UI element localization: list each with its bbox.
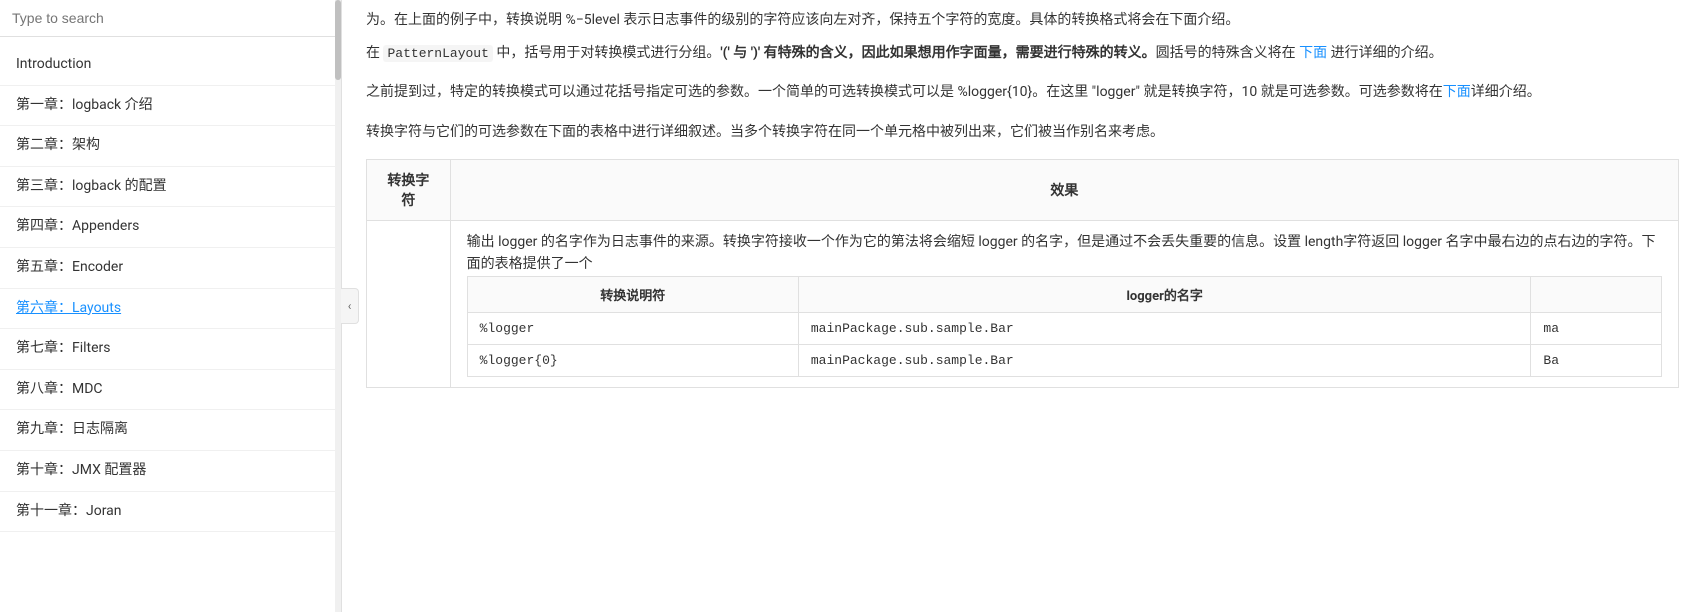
table-header-col1: 转换字符 [367,159,451,220]
inner-cell-logger-name: mainPackage.sub.sample.Bar [798,344,1531,376]
nav-item-label: 第六章：Layouts [16,300,121,316]
sidebar: Introduction 第一章：logback 介绍 第二章：架构 第三章：l… [0,0,342,612]
nav-item-label: 第二章：架构 [16,137,100,153]
inner-cell-logger-name: mainPackage.sub.sample.Bar [798,312,1531,344]
scrollbar-thumb[interactable] [335,0,341,80]
inner-cell-result: Ba [1531,344,1662,376]
inner-table-header-col3 [1531,276,1662,312]
nav-item-label: 第七章：Filters [16,340,111,356]
paragraph2: 之前提到过，特定的转换模式可以通过花括号指定可选的参数。一个简单的可选转换模式可… [366,80,1679,105]
nav-item-label: 第五章：Encoder [16,259,123,275]
inner-table-header-col2: logger的名字 [798,276,1531,312]
sidebar-item-chapter1[interactable]: 第一章：logback 介绍 [0,86,341,127]
nav-item-label: 第一章：logback 介绍 [16,97,153,113]
sidebar-item-chapter7[interactable]: 第七章：Filters [0,329,341,370]
nav-item-label: 第九章：日志隔离 [16,421,128,437]
top-paragraph: 为。在上面的例子中，转换说明 %−5level 表示日志事件的级别的字符应该向左… [366,0,1679,33]
nav-item-label: 第八章：MDC [16,381,103,397]
sidebar-item-chapter10[interactable]: 第十章：JMX 配置器 [0,451,341,492]
bold-text: '(' 与 ')' 有特殊的含义，因此如果想用作字面量，需要进行特殊的转义。 [720,45,1155,61]
sidebar-item-chapter4[interactable]: 第四章：Appenders [0,207,341,248]
search-input[interactable] [12,10,329,26]
search-box [0,0,341,37]
inner-cell-result: ma [1531,312,1662,344]
nav-item-label: 第三章：logback 的配置 [16,178,167,194]
nav-item-label: 第十章：JMX 配置器 [16,462,146,478]
table-cell-effect: 输出 logger 的名字作为日志事件的来源。转换字符接收一个作为它的第法将会缩… [450,220,1678,387]
effect-description: 输出 logger 的名字作为日志事件的来源。转换字符接收一个作为它的第法将会缩… [467,231,1662,276]
inner-table: 转换说明符 logger的名字 %logger mainPackage.sub.… [467,276,1662,377]
inner-table-row: %logger{0} mainPackage.sub.sample.Bar Ba [467,344,1661,376]
sidebar-item-chapter3[interactable]: 第三章：logback 的配置 [0,167,341,208]
paragraph3: 转换字符与它们的可选参数在下面的表格中进行详细叙述。当多个转换字符在同一个单元格… [366,120,1679,145]
link-below-2[interactable]: 下面 [1443,84,1471,100]
sidebar-item-introduction[interactable]: Introduction [0,45,341,86]
code-pattern-layout: PatternLayout [383,45,492,62]
sidebar-item-chapter6[interactable]: 第六章：Layouts [0,289,341,330]
nav-list: Introduction 第一章：logback 介绍 第二章：架构 第三章：l… [0,37,341,612]
main-table: 转换字符 效果 输出 logger 的名字作为日志事件的来源。转换字符接收一个作… [366,159,1679,388]
table-cell-converter [367,220,451,387]
sidebar-item-chapter11[interactable]: 第十一章：Joran [0,492,341,533]
table-row: 输出 logger 的名字作为日志事件的来源。转换字符接收一个作为它的第法将会缩… [367,220,1679,387]
sidebar-item-chapter5[interactable]: 第五章：Encoder [0,248,341,289]
nav-item-label: 第十一章：Joran [16,503,122,519]
table-header-col2: 效果 [450,159,1678,220]
sidebar-item-chapter8[interactable]: 第八章：MDC [0,370,341,411]
chevron-left-icon: ‹ [348,299,352,313]
nav-item-label: 第四章：Appenders [16,218,139,234]
main-content: 为。在上面的例子中，转换说明 %−5level 表示日志事件的级别的字符应该向左… [342,0,1703,612]
collapse-button[interactable]: ‹ [341,288,359,324]
inner-cell-converter: %logger{0} [467,344,798,376]
sidebar-item-chapter9[interactable]: 第九章：日志隔离 [0,410,341,451]
paragraph1: 在 PatternLayout 中，括号用于对转换模式进行分组。'(' 与 ')… [366,41,1679,66]
link-below-1[interactable]: 下面 [1299,45,1327,61]
nav-item-label: Introduction [16,56,91,72]
sidebar-item-chapter2[interactable]: 第二章：架构 [0,126,341,167]
inner-cell-converter: %logger [467,312,798,344]
inner-table-row: %logger mainPackage.sub.sample.Bar ma [467,312,1661,344]
inner-table-header-col1: 转换说明符 [467,276,798,312]
